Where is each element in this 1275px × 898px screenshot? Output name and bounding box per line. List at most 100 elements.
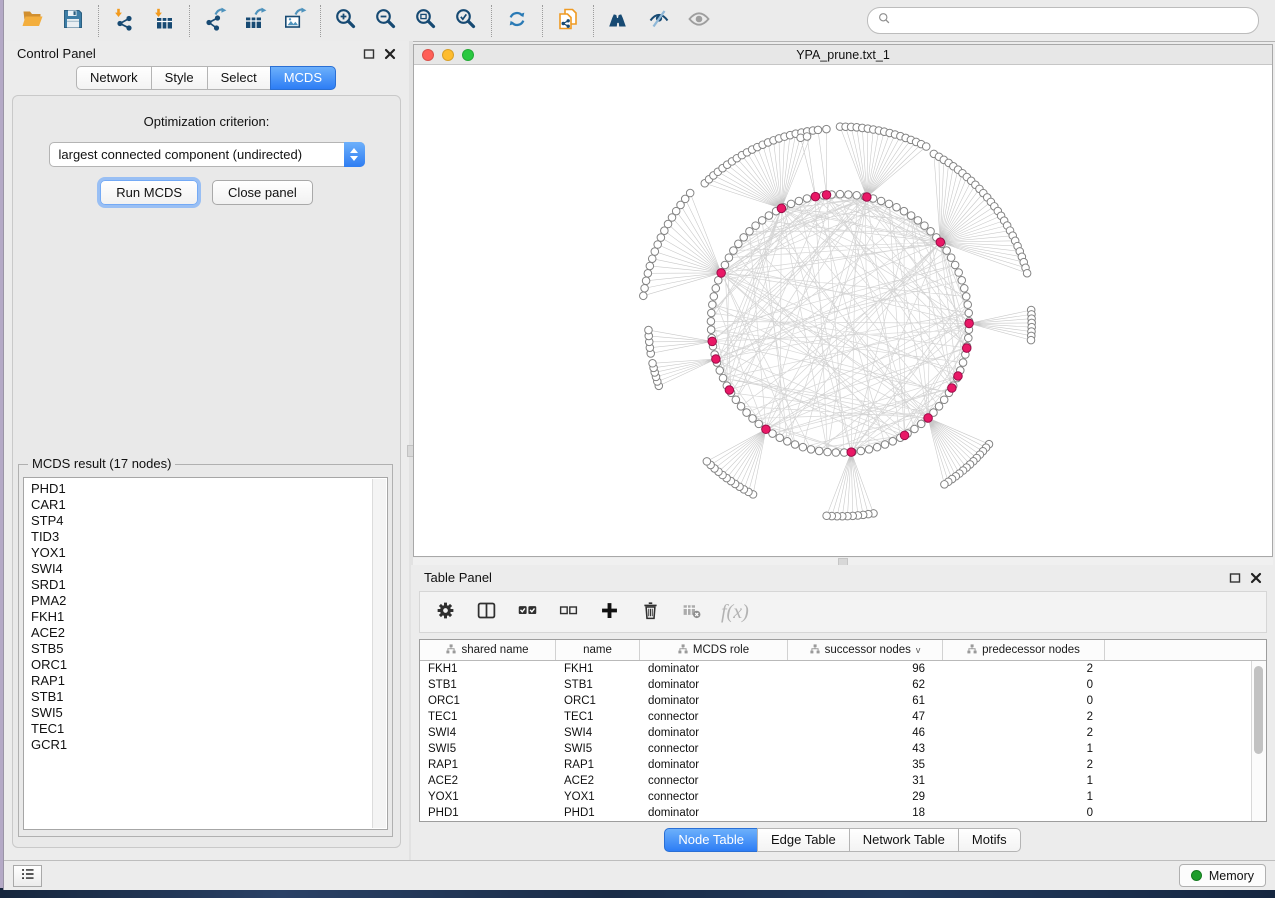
node-table[interactable]: shared namenameMCDS rolesuccessor nodesv…	[419, 639, 1267, 822]
mcds-hub-node[interactable]	[863, 193, 872, 202]
graph-node[interactable]	[795, 197, 803, 205]
graph-node[interactable]	[752, 222, 760, 230]
export-network-button[interactable]	[201, 7, 229, 35]
mcds-result-item[interactable]: ORC1	[31, 657, 387, 673]
graph-node[interactable]	[641, 284, 649, 292]
mcds-result-item[interactable]: ACE2	[31, 625, 387, 641]
graph-node[interactable]	[1023, 269, 1031, 277]
graph-node[interactable]	[776, 434, 784, 442]
horizontal-splitter[interactable]	[413, 558, 1273, 565]
show-task-history-button[interactable]	[13, 865, 42, 887]
mcds-result-item[interactable]: PHD1	[31, 481, 387, 497]
graph-node[interactable]	[865, 446, 873, 454]
graph-node[interactable]	[716, 367, 724, 375]
find-button[interactable]	[605, 7, 633, 35]
network-canvas[interactable]	[414, 65, 1272, 556]
mcds-result-list[interactable]: PHD1CAR1STP4TID3YOX1SWI4SRD1PMA2FKH1ACE2…	[23, 477, 388, 830]
tab-motifs[interactable]: Motifs	[958, 828, 1021, 852]
graph-node[interactable]	[651, 248, 659, 256]
graph-node[interactable]	[911, 425, 919, 433]
open-file-button[interactable]	[19, 7, 47, 35]
close-panel-button[interactable]: Close panel	[212, 180, 313, 205]
graph-node[interactable]	[824, 448, 832, 456]
mcds-hub-node[interactable]	[924, 414, 933, 423]
graph-node[interactable]	[707, 318, 715, 326]
column-header-successor-nodes[interactable]: successor nodesv	[788, 640, 943, 660]
graph-node[interactable]	[765, 212, 773, 220]
mcds-hub-node[interactable]	[811, 192, 820, 201]
graph-node[interactable]	[649, 360, 657, 368]
graph-node[interactable]	[644, 270, 652, 278]
graph-node[interactable]	[746, 228, 754, 236]
graph-node[interactable]	[709, 301, 717, 309]
graph-node[interactable]	[914, 217, 922, 225]
graph-node[interactable]	[836, 190, 844, 198]
graph-node[interactable]	[749, 415, 757, 423]
table-row[interactable]: SWI5SWI5connector431	[420, 741, 1266, 757]
mcds-result-item[interactable]: RAP1	[31, 673, 387, 689]
close-panel-icon[interactable]	[1250, 572, 1262, 584]
float-panel-icon[interactable]	[1229, 572, 1241, 584]
column-header-MCDS-role[interactable]: MCDS role	[640, 640, 788, 660]
graph-node[interactable]	[955, 269, 963, 277]
export-table-button[interactable]	[241, 7, 269, 35]
table-row[interactable]: YOX1YOX1connector291	[420, 789, 1266, 805]
graph-node[interactable]	[1027, 336, 1035, 344]
graph-node[interactable]	[784, 438, 792, 446]
tab-mcds[interactable]: MCDS	[270, 66, 336, 90]
graph-node[interactable]	[803, 133, 811, 141]
mcds-hub-node[interactable]	[708, 337, 717, 346]
graph-node[interactable]	[686, 189, 694, 197]
graph-node[interactable]	[965, 334, 973, 342]
mcds-hub-node[interactable]	[717, 269, 726, 278]
graph-node[interactable]	[735, 240, 743, 248]
graph-node[interactable]	[951, 261, 959, 269]
mcds-hub-node[interactable]	[712, 355, 721, 364]
graph-node[interactable]	[710, 293, 718, 301]
hide-selected-button[interactable]	[645, 7, 673, 35]
graph-node[interactable]	[721, 261, 729, 269]
graph-node[interactable]	[832, 449, 840, 457]
table-row[interactable]: ORC1ORC1dominator610	[420, 693, 1266, 709]
graph-node[interactable]	[823, 512, 831, 520]
clone-network-button[interactable]	[554, 7, 582, 35]
graph-node[interactable]	[787, 200, 795, 208]
graph-node[interactable]	[900, 207, 908, 215]
graph-node[interactable]	[947, 254, 955, 262]
mcds-result-item[interactable]: SRD1	[31, 577, 387, 593]
graph-node[interactable]	[885, 200, 893, 208]
graph-node[interactable]	[959, 359, 967, 367]
table-row[interactable]: ACE2ACE2connector311	[420, 773, 1266, 789]
graph-node[interactable]	[853, 192, 861, 200]
graph-node[interactable]	[935, 403, 943, 411]
graph-node[interactable]	[791, 441, 799, 449]
deselect-all-button[interactable]	[557, 601, 579, 623]
tab-network[interactable]: Network	[76, 66, 152, 90]
mcds-hub-node[interactable]	[965, 319, 974, 328]
select-all-button[interactable]	[516, 601, 538, 623]
graph-node[interactable]	[877, 197, 885, 205]
mcds-result-item[interactable]: TEC1	[31, 721, 387, 737]
graph-node[interactable]	[730, 247, 738, 255]
add-column-button[interactable]	[598, 601, 620, 623]
graph-node[interactable]	[815, 447, 823, 455]
graph-node[interactable]	[703, 458, 711, 466]
table-scrollbar[interactable]	[1251, 661, 1266, 821]
graph-node[interactable]	[958, 277, 966, 285]
graph-node[interactable]	[807, 446, 815, 454]
close-panel-icon[interactable]	[384, 48, 396, 60]
graph-node[interactable]	[732, 396, 740, 404]
network-window-titlebar[interactable]: YPA_prune.txt_1	[414, 45, 1272, 65]
graph-node[interactable]	[803, 195, 811, 203]
graph-node[interactable]	[719, 374, 727, 382]
mcds-result-item[interactable]: PMA2	[31, 593, 387, 609]
graph-node[interactable]	[708, 309, 716, 317]
split-columns-button[interactable]	[475, 601, 497, 623]
tab-edge-table[interactable]: Edge Table	[757, 828, 850, 852]
run-mcds-button[interactable]: Run MCDS	[100, 180, 198, 205]
mcds-hub-node[interactable]	[847, 448, 856, 457]
mcds-hub-node[interactable]	[725, 386, 734, 395]
graph-node[interactable]	[960, 285, 968, 293]
graph-node[interactable]	[940, 396, 948, 404]
graph-node[interactable]	[642, 277, 650, 285]
